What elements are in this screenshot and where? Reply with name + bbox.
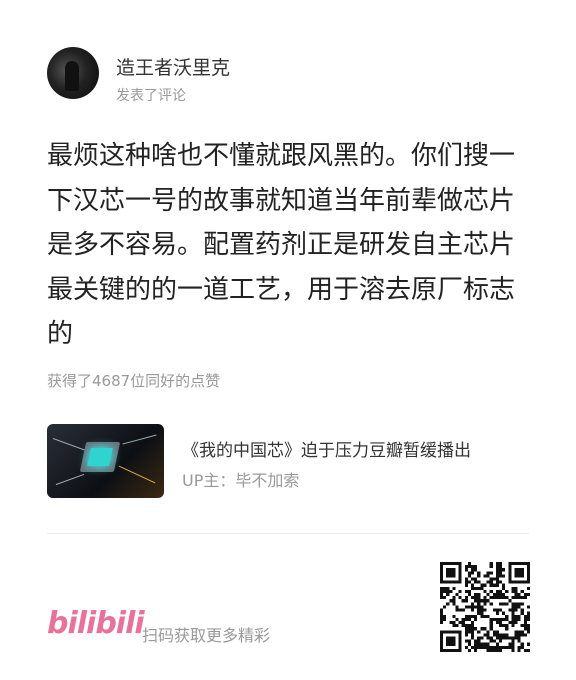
chip-icon <box>79 442 121 472</box>
scan-prompt: 扫码获取更多精彩 <box>142 626 271 645</box>
qr-code-icon <box>440 562 530 652</box>
bilibili-logo: bilibili <box>47 606 145 641</box>
video-uploader: UP主：毕不加索 <box>182 471 300 490</box>
divider <box>47 533 529 534</box>
username[interactable]: 造王者沃里克 <box>116 53 230 80</box>
avatar-figure-icon <box>65 61 79 91</box>
comment-line: 是多不容易。配置药剂正是研发自主芯片 <box>47 230 516 260</box>
video-thumbnail[interactable] <box>47 424 164 498</box>
comment-line: 的 <box>47 319 74 349</box>
video-title[interactable]: 《我的中国芯》迫于压力豆瓣暂缓播出 <box>182 436 471 461</box>
comment-body: 最烦这种啥也不懂就跟风黑的。你们搜一 下汉芯一号的故事就知道当年前辈做芯片 是多… <box>47 134 547 357</box>
avatar[interactable] <box>47 47 99 99</box>
comment-line: 最关键的的一道工艺，用于溶去原厂标志 <box>47 274 516 305</box>
likes-count: 获得了4687位同好的点赞 <box>47 372 221 390</box>
comment-line: 最烦这种啥也不懂就跟风黑的。你们搜一 <box>47 141 516 171</box>
comment-line: 下汉芯一号的故事就知道当年前辈做芯片 <box>47 185 516 216</box>
comment-action-label: 发表了评论 <box>116 88 186 104</box>
